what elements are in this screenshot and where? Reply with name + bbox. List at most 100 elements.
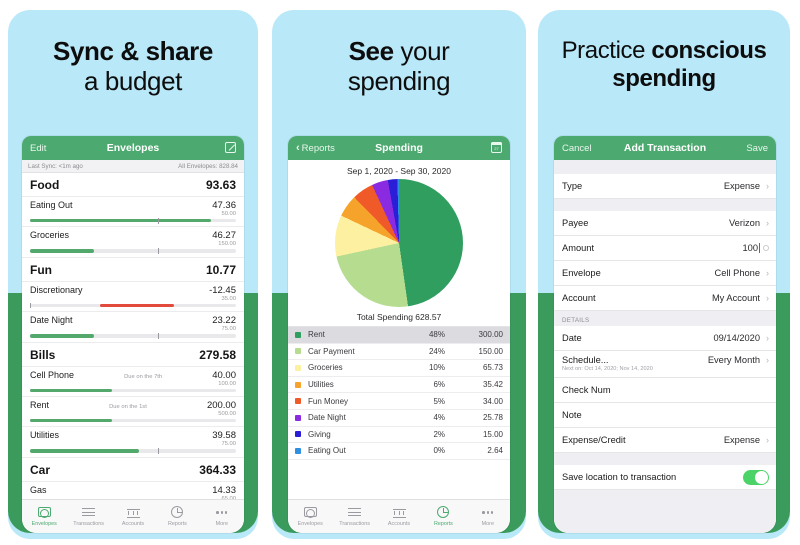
pie-chart-icon bbox=[436, 506, 450, 519]
tab-accounts[interactable]: Accounts bbox=[377, 500, 421, 533]
progress-bar bbox=[30, 332, 236, 339]
cancel-button[interactable]: Cancel bbox=[562, 143, 608, 154]
envelope-row[interactable]: Discretionary -12.45 35.00 bbox=[22, 282, 244, 313]
tab-envelopes[interactable]: Envelopes bbox=[288, 500, 332, 533]
form-spacer bbox=[554, 160, 776, 174]
legend-amount: 15.00 bbox=[482, 429, 503, 439]
card-background: Practice conscious spending Cancel Add T… bbox=[538, 10, 790, 539]
headline-1: Sync & share a budget bbox=[8, 10, 258, 96]
row-label: Account bbox=[562, 293, 596, 303]
tab-label: Reports bbox=[167, 521, 187, 527]
envelope-group-row[interactable]: Food 93.63 bbox=[22, 173, 244, 197]
bank-icon bbox=[126, 506, 140, 519]
envelope-row[interactable]: Utilities 39.58 75.00 bbox=[22, 427, 244, 458]
legend-row[interactable]: Utilities 6% 35.42 bbox=[288, 377, 510, 394]
legend-row[interactable]: Rent 48% 300.00 bbox=[288, 327, 510, 344]
form-row-expense-credit[interactable]: Expense/Credit Expense › bbox=[554, 428, 776, 453]
navbar-envelopes: Edit Envelopes bbox=[22, 136, 244, 160]
back-label: Reports bbox=[301, 142, 335, 154]
legend-row[interactable]: Car Payment 24% 150.00 bbox=[288, 344, 510, 361]
form-row-account[interactable]: Account My Account › bbox=[554, 286, 776, 311]
progress-bar bbox=[30, 217, 236, 224]
legend-percent: 4% bbox=[433, 413, 445, 423]
form-row-envelope[interactable]: Envelope Cell Phone › bbox=[554, 261, 776, 286]
pie-chart-container bbox=[288, 178, 510, 307]
form-row-check-num[interactable]: Check Num bbox=[554, 378, 776, 403]
envelope-group-row[interactable]: Fun 10.77 bbox=[22, 258, 244, 282]
envelope-row[interactable]: Rent Due on the 1st 200.00 500.00 bbox=[22, 397, 244, 428]
tab-transactions[interactable]: Transactions bbox=[66, 500, 110, 533]
calendar-button[interactable] bbox=[456, 142, 503, 154]
envelopes-list[interactable]: Food 93.63 Eating Out 47.36 50.00 Groceries 46… bbox=[22, 173, 244, 499]
transaction-form[interactable]: Type Expense › Payee Verizon › Amount 100 Envelo… bbox=[554, 160, 776, 533]
envelope-row[interactable]: Eating Out 47.36 50.00 bbox=[22, 197, 244, 228]
envelope-amount: 14.33 bbox=[212, 484, 236, 496]
row-label: Amount bbox=[562, 243, 595, 253]
tab-reports[interactable]: Reports bbox=[155, 500, 199, 533]
form-row-amount[interactable]: Amount 100 bbox=[554, 236, 776, 261]
tab-bar-1[interactable]: Envelopes Transactions Accounts Reports More bbox=[22, 499, 244, 533]
save-location-toggle[interactable] bbox=[743, 469, 769, 485]
tab-label: Transactions bbox=[73, 521, 104, 527]
envelope-budget: 35.00 bbox=[221, 295, 236, 302]
legend-row[interactable]: Date Night 4% 25.78 bbox=[288, 410, 510, 427]
panel-see-spending: See your spending ‹ Reports Spending Sep… bbox=[266, 0, 532, 545]
compose-button[interactable] bbox=[190, 142, 236, 154]
form-row-date[interactable]: Date 09/14/2020 › bbox=[554, 326, 776, 351]
envelope-row[interactable]: Gas 14.33 65.00 bbox=[22, 482, 244, 499]
form-row-note[interactable]: Note bbox=[554, 403, 776, 428]
chevron-left-icon: ‹ bbox=[296, 141, 300, 154]
legend-category: Fun Money bbox=[308, 396, 349, 406]
form-row-save-location[interactable]: Save location to transaction bbox=[554, 465, 776, 490]
legend-swatch bbox=[295, 381, 301, 388]
pie-chart[interactable] bbox=[335, 179, 463, 307]
navbar-title: Envelopes bbox=[106, 142, 160, 154]
legend-row[interactable]: Giving 2% 15.00 bbox=[288, 427, 510, 444]
save-button[interactable]: Save bbox=[722, 143, 768, 154]
envelope-row[interactable]: Date Night 23.22 75.00 bbox=[22, 312, 244, 343]
envelope-name: Gas bbox=[30, 484, 47, 495]
clear-button[interactable] bbox=[760, 243, 769, 253]
envelope-icon bbox=[37, 506, 51, 519]
panel-sync-share: Sync & share a budget Edit Envelopes Las… bbox=[0, 0, 266, 545]
edit-button[interactable]: Edit bbox=[30, 143, 76, 154]
envelope-amount: 200.00 bbox=[206, 399, 236, 411]
back-to-reports-button[interactable]: ‹ Reports bbox=[296, 141, 342, 154]
progress-fill-negative bbox=[100, 303, 175, 308]
tab-more[interactable]: More bbox=[200, 500, 244, 533]
form-filler bbox=[554, 490, 776, 533]
row-label: Note bbox=[562, 410, 582, 420]
envelope-budget: 75.00 bbox=[221, 441, 236, 448]
chart-legend[interactable]: Rent 48% 300.00 Car Payment 24% 150.00 Groceri… bbox=[288, 326, 510, 460]
envelope-name: Eating Out bbox=[30, 200, 73, 210]
tab-envelopes[interactable]: Envelopes bbox=[22, 500, 66, 533]
tab-label: More bbox=[215, 521, 228, 527]
row-label: Save location to transaction bbox=[562, 472, 677, 482]
envelope-group-row[interactable]: Bills 279.58 bbox=[22, 343, 244, 367]
progress-bar bbox=[30, 448, 236, 454]
tab-transactions[interactable]: Transactions bbox=[332, 500, 376, 533]
envelope-name: Discretionary bbox=[30, 284, 83, 295]
legend-category: Eating Out bbox=[308, 446, 346, 456]
chevron-right-icon: › bbox=[766, 333, 769, 343]
envelope-row[interactable]: Cell Phone Due on the 7th 40.00 100.00 bbox=[22, 367, 244, 397]
navbar-add-transaction: Cancel Add Transaction Save bbox=[554, 136, 776, 160]
tab-reports[interactable]: Reports bbox=[421, 500, 465, 533]
legend-row[interactable]: Fun Money 5% 34.00 bbox=[288, 393, 510, 410]
legend-category: Car Payment bbox=[308, 346, 355, 356]
envelope-group-row[interactable]: Car 364.33 bbox=[22, 458, 244, 482]
row-value: 100 bbox=[742, 243, 758, 253]
form-row-schedule[interactable]: Schedule... Next on: Oct 14, 2020; Nov 14… bbox=[554, 351, 776, 378]
form-row-type[interactable]: Type Expense › bbox=[554, 174, 776, 199]
legend-row[interactable]: Groceries 10% 65.73 bbox=[288, 360, 510, 377]
form-row-payee[interactable]: Payee Verizon › bbox=[554, 211, 776, 236]
envelope-budget: 500.00 bbox=[218, 410, 236, 417]
tab-more[interactable]: More bbox=[466, 500, 510, 533]
row-label: Payee bbox=[562, 218, 589, 228]
tab-bar-2[interactable]: Envelopes Transactions Accounts Reports More bbox=[288, 499, 510, 533]
total-spending-label: Total Spending 628.57 bbox=[356, 312, 442, 322]
envelope-budget: 100.00 bbox=[218, 380, 236, 387]
envelope-row[interactable]: Groceries 46.27 150.00 bbox=[22, 227, 244, 258]
tab-accounts[interactable]: Accounts bbox=[111, 500, 155, 533]
legend-row[interactable]: Eating Out 0% 2.64 bbox=[288, 443, 510, 460]
